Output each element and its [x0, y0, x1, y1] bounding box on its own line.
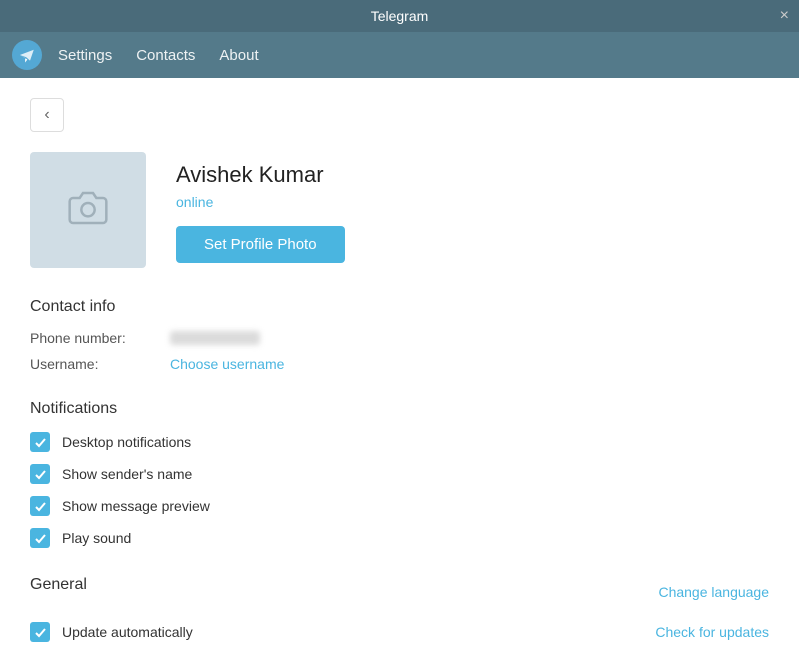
telegram-logo — [12, 40, 42, 70]
show-sender-label: Show sender's name — [62, 466, 192, 482]
phone-value-blurred — [170, 331, 260, 345]
choose-username-link[interactable]: Choose username — [170, 356, 284, 372]
show-preview-label: Show message preview — [62, 498, 210, 514]
menu-settings[interactable]: Settings — [56, 43, 114, 68]
show-preview-row: Show message preview — [30, 496, 769, 516]
username-label: Username: — [30, 356, 170, 372]
play-sound-checkbox[interactable] — [30, 528, 50, 548]
back-icon: ‹ — [44, 106, 49, 124]
check-for-updates-link[interactable]: Check for updates — [655, 624, 769, 640]
phone-label: Phone number: — [30, 330, 170, 346]
window-title: Telegram — [371, 8, 429, 24]
user-name: Avishek Kumar — [176, 162, 345, 188]
profile-info: Avishek Kumar online Set Profile Photo — [176, 152, 345, 263]
app-window: Telegram × Settings Contacts About ‹ — [0, 0, 799, 648]
desktop-notifications-label: Desktop notifications — [62, 434, 191, 450]
phone-row: Phone number: — [30, 330, 769, 346]
menu-contacts[interactable]: Contacts — [134, 43, 197, 68]
show-sender-checkbox[interactable] — [30, 464, 50, 484]
notifications-section: Notifications Desktop notifications Show… — [30, 400, 769, 548]
update-row-left: Update automatically — [30, 622, 193, 642]
set-profile-photo-button[interactable]: Set Profile Photo — [176, 226, 345, 263]
camera-icon — [68, 188, 108, 233]
profile-section: Avishek Kumar online Set Profile Photo — [30, 152, 769, 268]
show-sender-row: Show sender's name — [30, 464, 769, 484]
menu-bar: Settings Contacts About — [0, 32, 799, 78]
content-area: ‹ Avishek Kumar online Set Profile Photo… — [0, 78, 799, 648]
contact-info-title: Contact info — [30, 298, 769, 316]
title-bar: Telegram × — [0, 0, 799, 32]
play-sound-label: Play sound — [62, 530, 131, 546]
update-row: Update automatically Check for updates — [30, 622, 769, 642]
menu-about[interactable]: About — [217, 43, 260, 68]
play-sound-row: Play sound — [30, 528, 769, 548]
close-button[interactable]: × — [780, 8, 789, 24]
username-row: Username: Choose username — [30, 356, 769, 372]
update-automatically-label: Update automatically — [62, 624, 193, 640]
show-preview-checkbox[interactable] — [30, 496, 50, 516]
general-header: General Change language — [30, 576, 769, 608]
update-automatically-checkbox[interactable] — [30, 622, 50, 642]
desktop-notifications-row: Desktop notifications — [30, 432, 769, 452]
contact-info-section: Contact info Phone number: Username: Cho… — [30, 298, 769, 372]
notifications-title: Notifications — [30, 400, 769, 418]
back-button[interactable]: ‹ — [30, 98, 64, 132]
desktop-notifications-checkbox[interactable] — [30, 432, 50, 452]
change-language-link[interactable]: Change language — [658, 584, 769, 600]
user-status: online — [176, 194, 345, 210]
general-title: General — [30, 576, 87, 594]
avatar-placeholder — [30, 152, 146, 268]
general-section: General Change language Update automatic… — [30, 576, 769, 648]
